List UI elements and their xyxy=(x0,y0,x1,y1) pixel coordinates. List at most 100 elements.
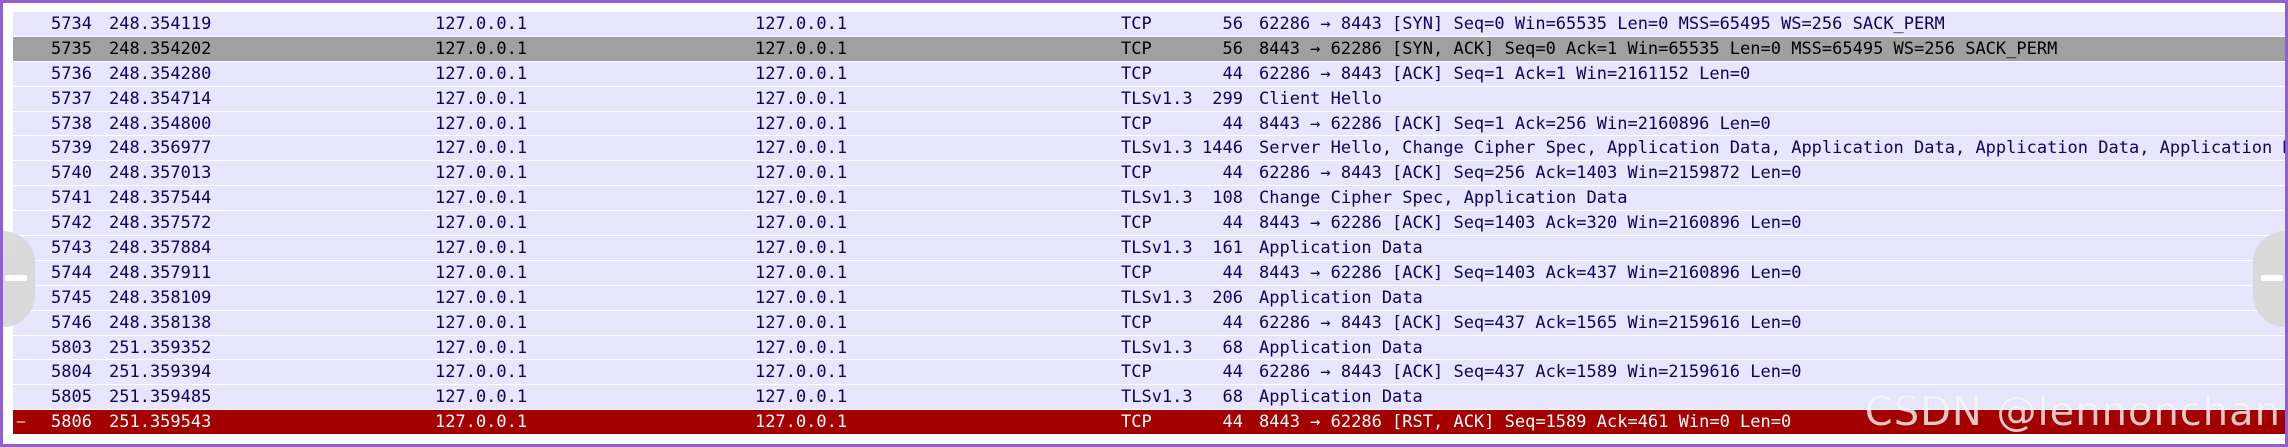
cell-length: 44 xyxy=(1222,312,1243,333)
table-row[interactable]: 5734 248.354119 127.0.0.1 127.0.0.1 TCP 56 622… xyxy=(13,12,2285,37)
cell-no: 5741 xyxy=(51,188,92,209)
cell-info: 62286 → 8443 [ACK] Seq=437 Ack=1565 Win=… xyxy=(1259,312,1802,333)
cell-destination: 127.0.0.1 xyxy=(755,312,848,333)
cell-destination: 127.0.0.1 xyxy=(755,362,848,383)
cell-length: 56 xyxy=(1222,38,1243,59)
cell-source: 127.0.0.1 xyxy=(435,213,528,234)
cell-time: 248.357572 xyxy=(109,213,212,234)
cell-no: 5804 xyxy=(51,362,92,383)
table-row[interactable]: 5739 248.356977 127.0.0.1 127.0.0.1 TLSv1.3 1… xyxy=(13,136,2285,162)
cell-info: 8443 → 62286 [ACK] Seq=1403 Ack=320 Win=… xyxy=(1259,213,1802,234)
cell-info: 8443 → 62286 [ACK] Seq=1403 Ack=437 Win=… xyxy=(1259,262,1802,283)
table-row[interactable]: 5737 248.354714 127.0.0.1 127.0.0.1 TLSv1.3 2… xyxy=(13,86,2285,112)
cell-time: 248.354280 xyxy=(109,63,212,84)
table-row[interactable]: 5746 248.358138 127.0.0.1 127.0.0.1 TCP 44 622… xyxy=(13,310,2285,336)
scroll-left-bar xyxy=(5,275,27,281)
cell-info: Application Data xyxy=(1259,337,1423,358)
cell-source: 127.0.0.1 xyxy=(435,387,528,408)
packet-list[interactable]: 5734 248.354119 127.0.0.1 127.0.0.1 TCP 56 622… xyxy=(13,12,2285,444)
table-row[interactable]: 5742 248.357572 127.0.0.1 127.0.0.1 TCP 44 844… xyxy=(13,211,2285,237)
cell-length: 44 xyxy=(1222,213,1243,234)
cell-time: 248.357544 xyxy=(109,188,212,209)
cell-source: 127.0.0.1 xyxy=(435,238,528,259)
cell-length: 68 xyxy=(1222,387,1243,408)
cell-no: 5746 xyxy=(51,312,92,333)
cell-length: 44 xyxy=(1222,163,1243,184)
table-row[interactable]: 5803 251.359352 127.0.0.1 127.0.0.1 TLSv1.3 6… xyxy=(13,335,2285,361)
cell-destination: 127.0.0.1 xyxy=(755,387,848,408)
cell-time: 251.359543 xyxy=(109,412,212,433)
cell-length: 108 xyxy=(1212,188,1243,209)
table-row[interactable]: 5738 248.354800 127.0.0.1 127.0.0.1 TCP 44 844… xyxy=(13,111,2285,137)
cell-destination: 127.0.0.1 xyxy=(755,14,848,34)
cell-time: 248.358109 xyxy=(109,287,212,308)
cell-no: 5734 xyxy=(51,14,92,34)
cell-source: 127.0.0.1 xyxy=(435,138,528,159)
scroll-right-bar xyxy=(2261,275,2283,281)
cell-length: 44 xyxy=(1222,63,1243,84)
table-row[interactable]: 5735 248.354202 127.0.0.1 127.0.0.1 TCP 56 844… xyxy=(13,36,2285,62)
cell-time: 248.354800 xyxy=(109,113,212,134)
cell-source: 127.0.0.1 xyxy=(435,362,528,383)
table-row[interactable]: 5804 251.359394 127.0.0.1 127.0.0.1 TCP 44 622… xyxy=(13,360,2285,386)
cell-destination: 127.0.0.1 xyxy=(755,38,848,59)
cell-info: Application Data xyxy=(1259,287,1423,308)
table-row[interactable]: 5736 248.354280 127.0.0.1 127.0.0.1 TCP 44 622… xyxy=(13,61,2285,87)
cell-length: 299 xyxy=(1212,88,1243,109)
cell-info: 62286 → 8443 [ACK] Seq=1 Ack=1 Win=21611… xyxy=(1259,63,1751,84)
cell-destination: 127.0.0.1 xyxy=(755,337,848,358)
cell-length: 68 xyxy=(1222,337,1243,358)
table-row[interactable]: 5743 248.357884 127.0.0.1 127.0.0.1 TLSv1.3 1… xyxy=(13,236,2285,261)
cell-time: 248.357911 xyxy=(109,262,212,283)
cell-time: 248.358138 xyxy=(109,312,212,333)
cell-time: 251.359394 xyxy=(109,362,212,383)
cell-source: 127.0.0.1 xyxy=(435,287,528,308)
cell-source: 127.0.0.1 xyxy=(435,188,528,209)
cell-source: 127.0.0.1 xyxy=(435,163,528,184)
cell-length: 206 xyxy=(1212,287,1243,308)
cell-source: 127.0.0.1 xyxy=(435,14,528,34)
cell-destination: 127.0.0.1 xyxy=(755,63,848,84)
cell-destination: 127.0.0.1 xyxy=(755,238,848,259)
cell-destination: 127.0.0.1 xyxy=(755,163,848,184)
cell-info: 8443 → 62286 [ACK] Seq=1 Ack=256 Win=216… xyxy=(1259,113,1771,134)
cell-source: 127.0.0.1 xyxy=(435,412,528,433)
cell-no: 5740 xyxy=(51,163,92,184)
cell-destination: 127.0.0.1 xyxy=(755,412,848,433)
cell-no: 5742 xyxy=(51,213,92,234)
cell-source: 127.0.0.1 xyxy=(435,88,528,109)
cell-length: 44 xyxy=(1222,113,1243,134)
cell-time: 248.354119 xyxy=(109,14,212,34)
cell-destination: 127.0.0.1 xyxy=(755,188,848,209)
cell-time: 248.356977 xyxy=(109,138,212,159)
cell-destination: 127.0.0.1 xyxy=(755,113,848,134)
cell-info: Change Cipher Spec, Application Data xyxy=(1259,188,1628,209)
cell-destination: 127.0.0.1 xyxy=(755,287,848,308)
cell-info: Client Hello xyxy=(1259,88,1382,109)
cell-time: 248.357013 xyxy=(109,163,212,184)
table-row[interactable]: 5745 248.358109 127.0.0.1 127.0.0.1 TLSv1.3 2… xyxy=(13,285,2285,311)
cell-time: 248.354714 xyxy=(109,88,212,109)
cell-info: 62286 → 8443 [SYN] Seq=0 Win=65535 Len=0… xyxy=(1259,14,1945,34)
cell-no: 5736 xyxy=(51,63,92,84)
cell-length: 44 xyxy=(1222,262,1243,283)
cell-length: 44 xyxy=(1222,362,1243,383)
row-marker-icon: – xyxy=(16,414,26,431)
cell-length: 56 xyxy=(1222,14,1243,34)
table-row[interactable]: 5741 248.357544 127.0.0.1 127.0.0.1 TLSv1.3 1… xyxy=(13,186,2285,212)
cell-info: 62286 → 8443 [ACK] Seq=437 Ack=1589 Win=… xyxy=(1259,362,1802,383)
cell-no: 5738 xyxy=(51,113,92,134)
table-row[interactable]: 5744 248.357911 127.0.0.1 127.0.0.1 TCP 44 844… xyxy=(13,260,2285,286)
cell-source: 127.0.0.1 xyxy=(435,312,528,333)
scroll-right-icon[interactable] xyxy=(2253,231,2285,327)
cell-time: 251.359352 xyxy=(109,337,212,358)
cell-source: 127.0.0.1 xyxy=(435,113,528,134)
cell-no: 5743 xyxy=(51,238,92,259)
cell-destination: 127.0.0.1 xyxy=(755,213,848,234)
cell-no: 5739 xyxy=(51,138,92,159)
app-frame: 5734 248.354119 127.0.0.1 127.0.0.1 TCP 56 622… xyxy=(0,0,2288,447)
cell-source: 127.0.0.1 xyxy=(435,262,528,283)
table-row[interactable]: 5740 248.357013 127.0.0.1 127.0.0.1 TCP 44 622… xyxy=(13,161,2285,187)
cell-no: 5806 xyxy=(51,412,92,433)
cell-time: 248.357884 xyxy=(109,238,212,259)
